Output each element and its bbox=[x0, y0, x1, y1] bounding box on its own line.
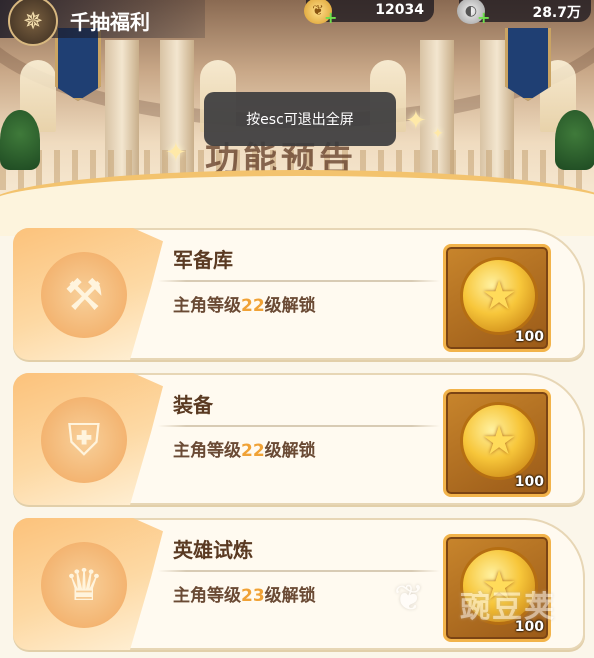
sparkle-icon: ✦ bbox=[432, 126, 444, 142]
fullscreen-toast: 按esc可退出全屏 bbox=[204, 92, 396, 146]
war-hammer-icon: ⚒ bbox=[41, 252, 127, 338]
silver-amount: 28.7万 bbox=[532, 5, 581, 21]
unlock-requirement: 主角等级23级解锁 bbox=[173, 586, 316, 606]
reward-quantity: 100 bbox=[514, 329, 544, 345]
watermark: ❦ 豌豆荚 bbox=[388, 572, 578, 632]
unlock-level: 23 bbox=[241, 586, 265, 606]
pea-pod-logo-icon: ❦ bbox=[394, 578, 425, 619]
hero-plant bbox=[0, 110, 40, 170]
reward-item[interactable]: ★ 100 bbox=[443, 389, 551, 497]
add-silver-button[interactable]: + bbox=[477, 8, 490, 27]
resource-gold: ❦ + 12034 bbox=[304, 0, 434, 27]
watermark-text: 豌豆荚 bbox=[460, 590, 556, 625]
reward-item[interactable]: ★ 100 bbox=[443, 244, 551, 352]
hero-banner bbox=[505, 28, 551, 101]
sparkle-icon: ✦ bbox=[405, 106, 427, 136]
card-divider bbox=[158, 280, 440, 282]
feature-name: 军备库 bbox=[173, 248, 233, 272]
crown-flame-icon: ♛ bbox=[41, 542, 127, 628]
unlock-level: 22 bbox=[241, 441, 265, 461]
card-divider bbox=[158, 425, 440, 427]
hero-plant bbox=[555, 110, 594, 170]
feature-card[interactable]: ⚒ 军备库 主角等级22级解锁 ★ 100 bbox=[13, 228, 585, 360]
sparkle-icon: ✦ bbox=[165, 138, 187, 168]
hero-banner bbox=[55, 28, 101, 101]
hero-wave-divider bbox=[0, 170, 594, 236]
feature-name: 英雄试炼 bbox=[173, 538, 253, 562]
gold-amount: 12034 bbox=[375, 2, 424, 18]
add-gold-button[interactable]: + bbox=[324, 8, 337, 27]
star-coin-icon: ★ bbox=[460, 402, 538, 480]
unlock-requirement: 主角等级22级解锁 bbox=[173, 441, 316, 461]
reward-quantity: 100 bbox=[514, 474, 544, 490]
feature-card[interactable]: ⛨ 装备 主角等级22级解锁 ★ 100 bbox=[13, 373, 585, 505]
feature-name: 装备 bbox=[173, 393, 213, 417]
top-bar: ✵ 千抽福利 bbox=[0, 0, 205, 46]
star-coin-icon: ★ bbox=[460, 257, 538, 335]
page-title: 千抽福利 bbox=[70, 10, 150, 34]
armor-icon: ⛨ bbox=[41, 397, 127, 483]
resource-silver: ◐ + 28.7万 bbox=[457, 0, 591, 27]
unlock-level: 22 bbox=[241, 296, 265, 316]
unlock-requirement: 主角等级22级解锁 bbox=[173, 296, 316, 316]
